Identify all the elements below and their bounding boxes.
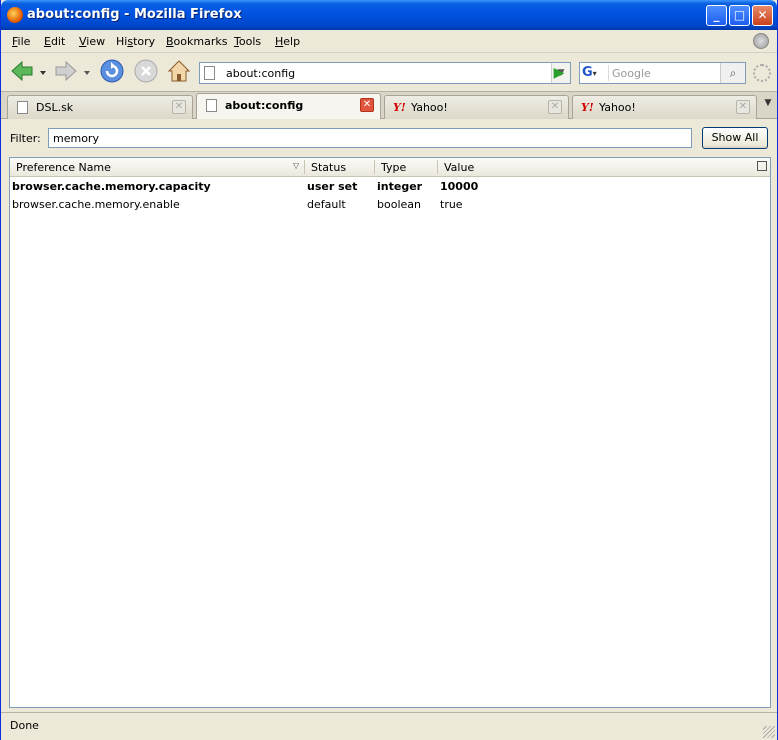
sort-indicator-icon: ▽ bbox=[293, 161, 300, 170]
forward-arrow-icon[interactable] bbox=[53, 58, 79, 84]
column-divider[interactable] bbox=[374, 160, 375, 174]
menu-edit[interactable]: Edit bbox=[44, 35, 65, 48]
menu-bar: File Edit View History Bookmarks Tools H… bbox=[1, 30, 777, 53]
search-input[interactable]: Google bbox=[612, 67, 651, 80]
column-divider[interactable] bbox=[304, 160, 305, 174]
resize-grip-icon[interactable] bbox=[763, 726, 775, 738]
menu-history[interactable]: History bbox=[116, 35, 155, 48]
yahoo-icon: Y! bbox=[393, 101, 406, 114]
search-engine-icon[interactable]: G▾ bbox=[582, 65, 609, 81]
close-window-button[interactable]: ✕ bbox=[752, 5, 773, 26]
menu-help[interactable]: Help bbox=[275, 35, 300, 48]
tab-label: Yahoo! bbox=[411, 101, 448, 114]
go-button[interactable]: ▶ bbox=[548, 62, 570, 84]
tab-dsl[interactable]: DSL.sk ✕ bbox=[7, 95, 193, 119]
pref-value: 10000 bbox=[440, 180, 479, 193]
column-divider[interactable] bbox=[437, 160, 438, 174]
menu-bookmarks[interactable]: Bookmarks bbox=[166, 35, 227, 48]
minimize-button[interactable]: _ bbox=[706, 5, 727, 26]
back-dropdown-icon[interactable] bbox=[37, 58, 49, 84]
table-header: Preference Name ▽ Status Type Value bbox=[10, 158, 770, 177]
tab-label: about:config bbox=[225, 99, 304, 112]
close-tab-icon[interactable]: ✕ bbox=[172, 100, 186, 114]
browser-window: about:config - Mozilla Firefox _ □ ✕ Fil… bbox=[0, 0, 778, 740]
menu-file[interactable]: File bbox=[12, 35, 30, 48]
tab-about-config[interactable]: about:config ✕ bbox=[196, 93, 381, 120]
firefox-logo-icon bbox=[7, 7, 23, 23]
tab-label: DSL.sk bbox=[36, 101, 74, 114]
url-bar[interactable]: about:config ▼ bbox=[199, 62, 571, 84]
tab-yahoo-1[interactable]: Y! Yahoo! ✕ bbox=[384, 95, 569, 119]
search-bar[interactable]: G▾ Google ⌕ bbox=[579, 62, 746, 84]
close-tab-icon[interactable]: ✕ bbox=[360, 98, 374, 112]
status-text: Done bbox=[10, 719, 39, 732]
tab-yahoo-2[interactable]: Y! Yahoo! ✕ bbox=[572, 95, 757, 119]
tab-list-dropdown-icon[interactable]: ▼ bbox=[761, 98, 775, 112]
yahoo-icon: Y! bbox=[581, 101, 594, 114]
pref-type: integer bbox=[377, 180, 423, 193]
column-header-status[interactable]: Status bbox=[311, 161, 346, 174]
tab-bar: DSL.sk ✕ about:config ✕ Y! Yahoo! ✕ Y! Y… bbox=[1, 91, 777, 120]
status-bar: Done bbox=[1, 712, 777, 740]
activity-indicator-icon bbox=[753, 33, 769, 49]
about-config-page: Filter: memory Show All Preference Name … bbox=[1, 119, 777, 712]
page-icon bbox=[204, 66, 215, 80]
forward-dropdown-icon[interactable] bbox=[81, 58, 93, 84]
search-icon[interactable]: ⌕ bbox=[720, 63, 745, 83]
stop-icon[interactable] bbox=[133, 58, 159, 84]
filter-input[interactable]: memory bbox=[48, 128, 692, 148]
back-arrow-icon[interactable] bbox=[9, 58, 35, 84]
page-icon bbox=[206, 99, 217, 112]
reload-icon[interactable] bbox=[99, 58, 125, 84]
preferences-table[interactable]: Preference Name ▽ Status Type Value brow… bbox=[9, 157, 771, 708]
pref-status: user set bbox=[307, 180, 358, 193]
pref-name: browser.cache.memory.capacity bbox=[12, 180, 211, 193]
page-icon bbox=[17, 101, 28, 114]
pref-type: boolean bbox=[377, 198, 421, 211]
title-bar[interactable]: about:config - Mozilla Firefox _ □ ✕ bbox=[1, 0, 777, 30]
tab-label: Yahoo! bbox=[599, 101, 636, 114]
show-all-button[interactable]: Show All bbox=[702, 127, 768, 149]
loading-throbber-icon bbox=[753, 64, 771, 82]
table-row[interactable]: browser.cache.memory.enable default bool… bbox=[10, 195, 770, 213]
menu-view[interactable]: View bbox=[79, 35, 105, 48]
pref-value: true bbox=[440, 198, 463, 211]
close-tab-icon[interactable]: ✕ bbox=[548, 100, 562, 114]
column-header-type[interactable]: Type bbox=[381, 161, 406, 174]
menu-tools[interactable]: Tools bbox=[234, 35, 261, 48]
column-header-preference-name[interactable]: Preference Name bbox=[16, 161, 111, 174]
url-input[interactable]: about:config bbox=[226, 67, 295, 80]
column-header-value[interactable]: Value bbox=[444, 161, 474, 174]
pref-status: default bbox=[307, 198, 346, 211]
column-picker-icon[interactable] bbox=[757, 161, 767, 171]
home-icon[interactable] bbox=[166, 58, 192, 84]
filter-label: Filter: bbox=[10, 132, 41, 145]
window-title: about:config - Mozilla Firefox bbox=[27, 7, 242, 22]
close-tab-icon[interactable]: ✕ bbox=[736, 100, 750, 114]
maximize-button[interactable]: □ bbox=[729, 5, 750, 26]
pref-name: browser.cache.memory.enable bbox=[12, 198, 180, 211]
table-row[interactable]: browser.cache.memory.capacity user set i… bbox=[10, 177, 770, 195]
